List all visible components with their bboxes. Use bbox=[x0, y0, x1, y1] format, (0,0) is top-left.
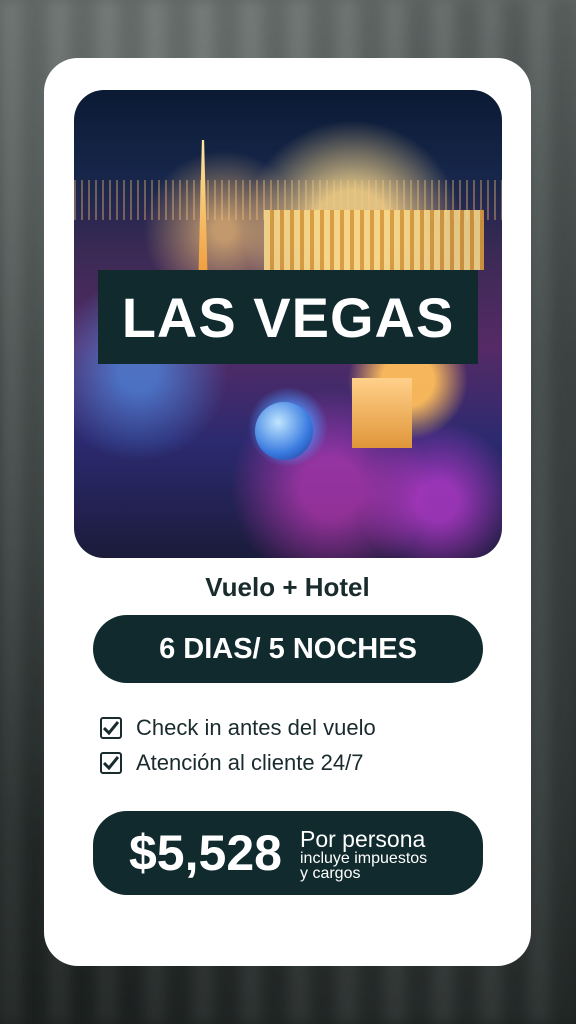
price-note-line2: y cargos bbox=[300, 865, 361, 882]
destination-photo: LAS VEGAS bbox=[74, 90, 502, 558]
price-amount: $5,528 bbox=[129, 825, 282, 881]
duration-text: 6 DIAS/ 5 NOCHES bbox=[159, 632, 417, 665]
feature-item: Check in antes del vuelo bbox=[100, 710, 376, 745]
feature-label: Check in antes del vuelo bbox=[136, 714, 376, 740]
price-per: Por persona bbox=[300, 826, 426, 852]
destination-title: LAS VEGAS bbox=[121, 285, 455, 349]
features-list: Check in antes del vuelo Atención al cli… bbox=[100, 710, 376, 780]
promo-card: LAS VEGAS Vuelo + Hotel 6 DIAS/ 5 NOCHES… bbox=[44, 58, 531, 966]
price-pill: $5,528 Por persona incluye impuestos y c… bbox=[93, 811, 483, 895]
checkbox-checked-icon bbox=[100, 751, 122, 774]
price-note: Por persona incluye impuestos y cargos bbox=[300, 826, 428, 882]
feature-item: Atención al cliente 24/7 bbox=[100, 745, 376, 780]
photo-hotel bbox=[264, 210, 484, 270]
feature-label: Atención al cliente 24/7 bbox=[136, 749, 364, 775]
photo-balloon bbox=[255, 402, 313, 460]
destination-title-box: LAS VEGAS bbox=[98, 270, 478, 364]
package-type: Vuelo + Hotel bbox=[205, 572, 370, 602]
price-note-line1: incluye impuestos bbox=[300, 850, 428, 867]
photo-arch bbox=[352, 378, 412, 448]
checkbox-checked-icon bbox=[100, 716, 122, 739]
duration-pill: 6 DIAS/ 5 NOCHES bbox=[93, 615, 483, 683]
